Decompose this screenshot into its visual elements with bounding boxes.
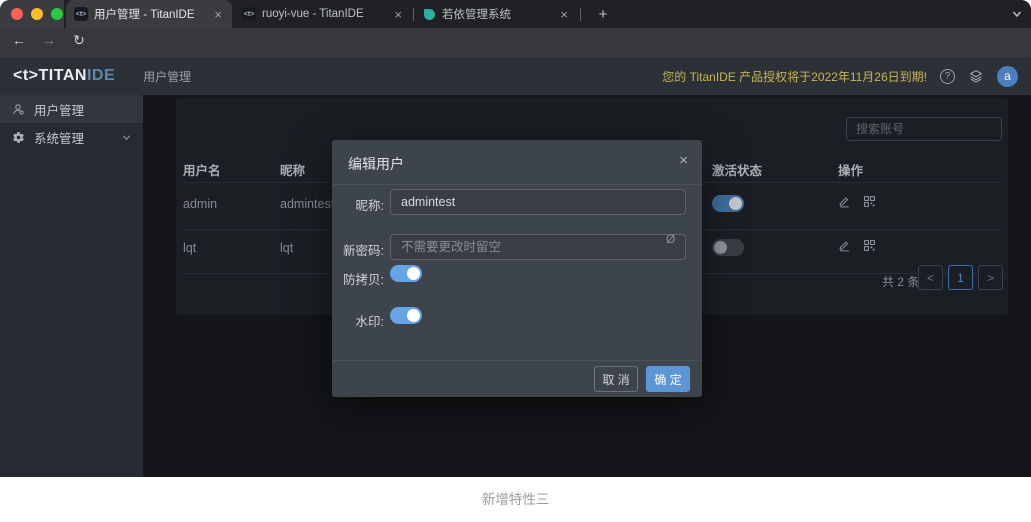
- watermark-toggle[interactable]: [390, 307, 422, 324]
- tab-user-management[interactable]: <t> 用户管理 - TitanIDE ×: [66, 0, 232, 28]
- tab-title: ruoyi-vue - TitanIDE: [262, 8, 386, 20]
- eye-off-icon[interactable]: Ø: [666, 232, 675, 246]
- tab-title: 若依管理系统: [442, 6, 552, 22]
- titanide-favicon-icon: <t>: [74, 7, 88, 21]
- close-icon[interactable]: ×: [679, 152, 688, 169]
- cancel-button[interactable]: 取 消: [594, 366, 638, 392]
- tab-strip: <t> 用户管理 - TitanIDE × <t> ruoyi-vue - Ti…: [0, 0, 1031, 28]
- tab-separator: [580, 8, 581, 21]
- pagination-next-button[interactable]: >: [978, 265, 1003, 290]
- image-caption: 新增特性三: [0, 488, 1031, 508]
- active-status-toggle[interactable]: [712, 195, 744, 212]
- tab-close-icon[interactable]: ×: [392, 7, 404, 22]
- browser-toolbar: ← → ↻ start.titanide.cn /ide/web/admin/s…: [0, 28, 1031, 57]
- screenshot: <t> 用户管理 - TitanIDE × <t> ruoyi-vue - Ti…: [0, 0, 1031, 522]
- pagination-total: 共 2 条: [882, 273, 919, 290]
- help-icon[interactable]: ?: [940, 69, 955, 84]
- app-header: <t>TITANIDE 用户管理 您的 TitanIDE 产品授权将于2022年…: [0, 57, 1031, 95]
- sidebar-item-label: 用户管理: [34, 100, 84, 119]
- watermark-label: 水印:: [332, 311, 384, 330]
- titanide-logo: <t>TITANIDE: [13, 67, 115, 85]
- edit-icon[interactable]: [838, 239, 851, 252]
- divider: [332, 360, 702, 361]
- sidebar-item-user-management[interactable]: 用户管理: [0, 95, 143, 123]
- active-status-toggle[interactable]: [712, 239, 744, 256]
- nickname-label: 昵称:: [332, 195, 384, 214]
- column-header-actions: 操作: [838, 160, 863, 179]
- edit-user-dialog: 编辑用户 × 昵称: 新密码: Ø 防拷贝: 水印: 取 消 确 定: [332, 140, 702, 397]
- dialog-title: 编辑用户: [348, 154, 404, 174]
- row-actions: [838, 195, 876, 208]
- close-window-button[interactable]: [11, 8, 23, 20]
- page-title: 用户管理: [143, 68, 191, 85]
- pagination-prev-button[interactable]: <: [918, 265, 943, 290]
- qr-code-icon[interactable]: [863, 195, 876, 208]
- cell-username: admin: [183, 197, 217, 211]
- tab-close-icon[interactable]: ×: [212, 7, 224, 22]
- gear-icon: [12, 131, 25, 144]
- cell-nickname: admintest: [280, 197, 334, 211]
- column-header-active-status: 激活状态: [712, 160, 762, 179]
- user-icon: [12, 103, 25, 116]
- edit-icon[interactable]: [838, 195, 851, 208]
- anti-copy-toggle[interactable]: [390, 265, 422, 282]
- anti-copy-label: 防拷贝:: [332, 269, 384, 288]
- sidebar-item-system-management[interactable]: 系统管理: [0, 123, 143, 151]
- sidebar-item-label: 系统管理: [34, 128, 84, 147]
- divider: [332, 184, 702, 185]
- pagination-page-1[interactable]: 1: [948, 265, 973, 290]
- tab-ruoyi-admin[interactable]: 若依管理系统 ×: [414, 0, 578, 28]
- new-password-field[interactable]: [390, 234, 686, 260]
- license-warning: 您的 TitanIDE 产品授权将于2022年11月26日到期!: [662, 68, 927, 85]
- cell-nickname: lqt: [280, 241, 293, 255]
- forward-button[interactable]: →: [38, 32, 60, 48]
- tab-close-icon[interactable]: ×: [558, 7, 570, 22]
- ruoyi-favicon-icon: [422, 7, 436, 21]
- minimize-window-button[interactable]: [31, 8, 43, 20]
- qr-code-icon[interactable]: [863, 239, 876, 252]
- column-header-username: 用户名: [183, 160, 221, 179]
- confirm-button[interactable]: 确 定: [646, 366, 690, 392]
- chevron-down-icon: [122, 133, 131, 142]
- back-button[interactable]: ←: [8, 32, 30, 48]
- avatar[interactable]: a: [997, 66, 1018, 87]
- browser-window: <t> 用户管理 - TitanIDE × <t> ruoyi-vue - Ti…: [0, 0, 1031, 477]
- new-tab-button[interactable]: +: [592, 3, 614, 25]
- cell-username: lqt: [183, 241, 196, 255]
- column-header-nickname: 昵称: [280, 160, 305, 179]
- nickname-field[interactable]: [390, 189, 686, 215]
- tab-ruoyi-vue[interactable]: <t> ruoyi-vue - TitanIDE ×: [234, 0, 412, 28]
- tab-title: 用户管理 - TitanIDE: [94, 6, 206, 22]
- search-input[interactable]: [846, 117, 1002, 141]
- maximize-window-button[interactable]: [51, 8, 63, 20]
- titanide-favicon-icon: <t>: [242, 7, 256, 21]
- sidebar: 用户管理 系统管理: [0, 95, 143, 477]
- chevron-down-icon[interactable]: [1012, 9, 1022, 19]
- reload-button[interactable]: ↻: [68, 32, 90, 49]
- new-password-label: 新密码:: [332, 240, 384, 259]
- macos-traffic-lights: [0, 0, 64, 28]
- row-actions: [838, 239, 876, 252]
- layers-icon[interactable]: [968, 68, 984, 84]
